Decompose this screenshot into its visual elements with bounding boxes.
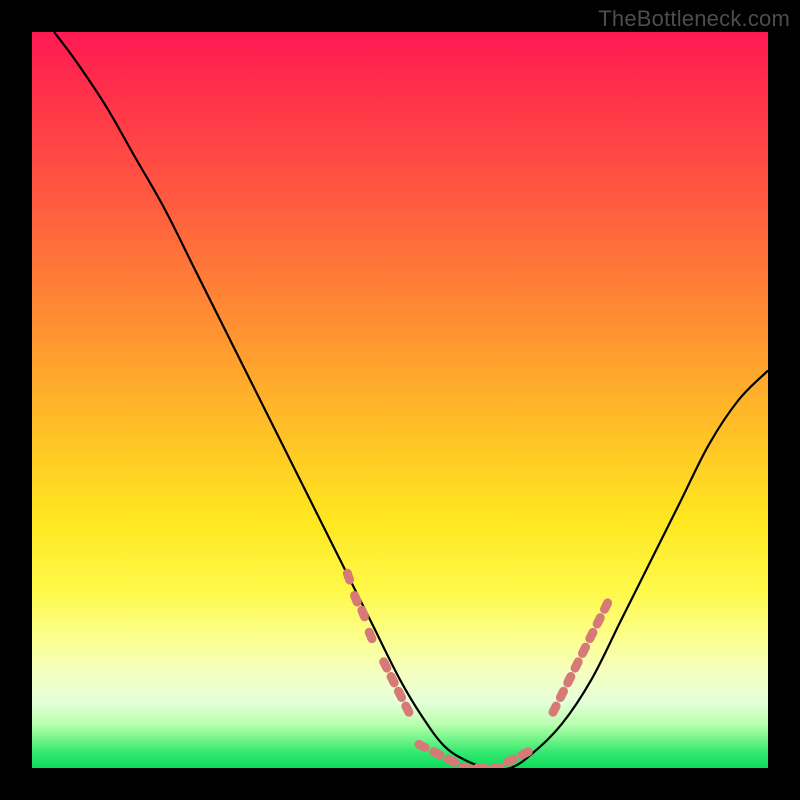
- marker-pill: [428, 746, 446, 761]
- marker-pill: [554, 685, 569, 703]
- marker-pill: [576, 641, 591, 659]
- marker-pill: [342, 568, 356, 586]
- marker-pill: [487, 762, 505, 768]
- marker-pill: [598, 597, 613, 615]
- marker-pill: [378, 656, 393, 674]
- chart-svg: [32, 32, 768, 768]
- plot-area: [32, 32, 768, 768]
- marker-pill: [356, 604, 370, 622]
- chart-frame: TheBottleneck.com: [0, 0, 800, 800]
- marker-pill: [562, 671, 577, 689]
- marker-pill: [413, 738, 431, 753]
- marker-pill: [569, 656, 584, 674]
- marker-pill: [385, 671, 400, 689]
- marker-pill: [547, 700, 562, 718]
- marker-pill: [349, 590, 363, 608]
- marker-cluster-left: [342, 568, 415, 719]
- watermark-text: TheBottleneck.com: [598, 6, 790, 32]
- marker-pill: [584, 626, 599, 644]
- curve-path: [54, 32, 768, 768]
- marker-pill: [591, 612, 606, 630]
- marker-pill: [473, 764, 489, 769]
